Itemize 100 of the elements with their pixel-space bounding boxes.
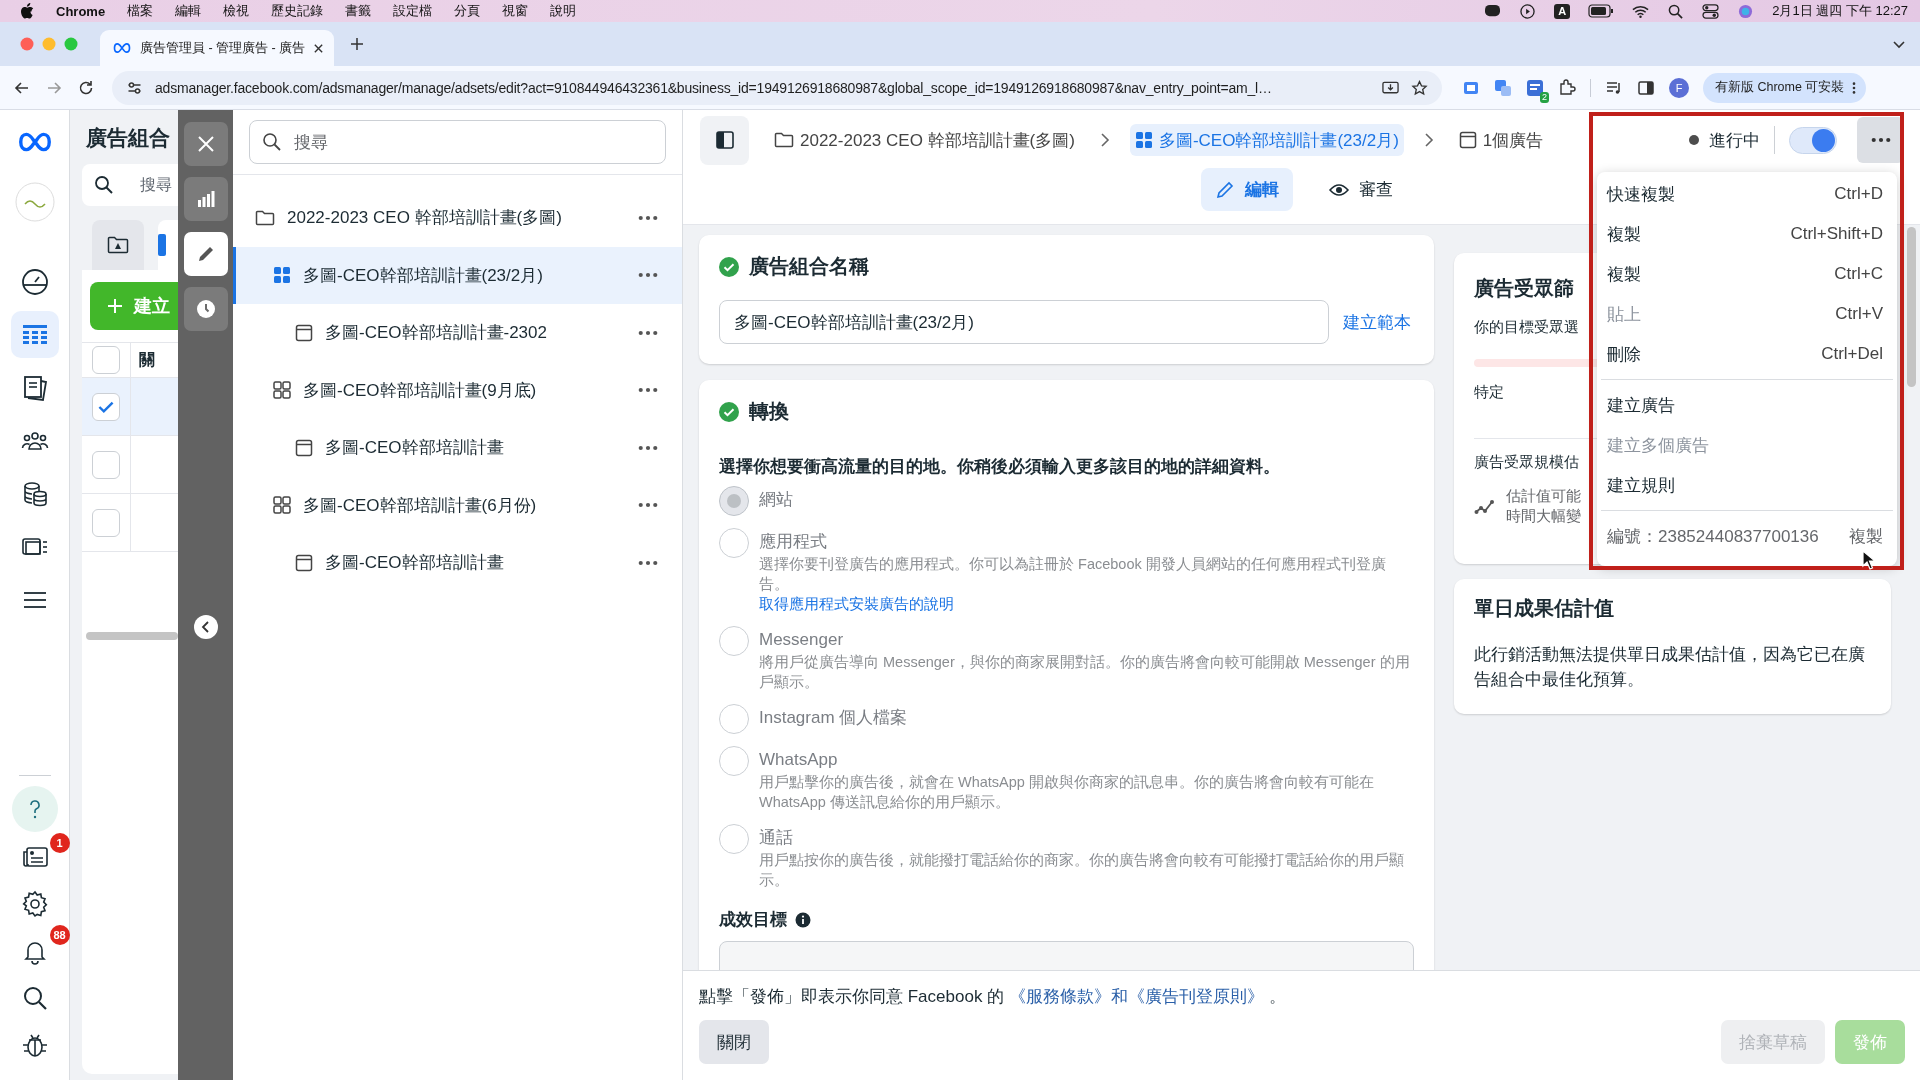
site-settings-icon[interactable] xyxy=(126,79,143,96)
chat-bubble-icon[interactable] xyxy=(1484,3,1502,19)
tool-button[interactable] xyxy=(183,177,228,221)
search-icon[interactable] xyxy=(1667,3,1685,19)
menu-item[interactable]: 快速複製 Ctrl+D xyxy=(1597,174,1897,214)
menu-item[interactable]: 刪除 Ctrl+Del xyxy=(1597,334,1897,374)
tree-item[interactable]: 多圖-CEO幹部培訓計畫(23/2月) xyxy=(233,246,682,304)
wifi-icon[interactable] xyxy=(1632,3,1650,19)
address-bar[interactable]: adsmanager.facebook.com/adsmanager/manage/adsets/edit?act=910844946432361&business_id=1949126918680987&global_scope_id=1949126918680987&nav_entry_point=am_l… xyxy=(112,70,1442,105)
radio-button[interactable] xyxy=(719,626,749,656)
menu-bar-item[interactable]: 編輯 xyxy=(175,2,202,20)
menu-bar-item[interactable]: 檢視 xyxy=(223,2,250,20)
footer-button[interactable]: 關閉 xyxy=(699,1020,769,1064)
tree-item[interactable]: 多圖-CEO幹部培訓計畫(6月份) xyxy=(233,476,682,534)
extension-icon[interactable] xyxy=(1526,78,1544,97)
puzzle-icon[interactable] xyxy=(1558,78,1576,97)
terms-link[interactable]: 《服務條款》和《廣告刊登原則》 xyxy=(1008,987,1264,1006)
menu-bar-clock[interactable]: 2月1日 週四 下午 12:27 xyxy=(1772,2,1908,20)
translate-icon[interactable] xyxy=(1494,78,1512,97)
radio-button[interactable] xyxy=(719,486,749,516)
more-icon[interactable] xyxy=(638,502,658,509)
option-label[interactable]: WhatsApp xyxy=(759,748,1414,772)
siri-icon[interactable] xyxy=(1737,3,1755,19)
radio-button[interactable] xyxy=(719,824,749,854)
checkbox[interactable] xyxy=(92,392,120,421)
tool-button[interactable] xyxy=(183,287,228,331)
column-header[interactable]: 關 xyxy=(139,349,155,371)
sidebar-toggle-button[interactable] xyxy=(700,115,749,165)
tree-item[interactable]: 多圖-CEO幹部培訓計畫 xyxy=(233,534,682,592)
option-label[interactable]: Instagram 個人檔案 xyxy=(759,706,908,730)
kebab-icon[interactable] xyxy=(1852,80,1857,95)
gauge-icon[interactable] xyxy=(20,267,49,296)
forward-icon[interactable] xyxy=(46,79,62,96)
control-center-icon[interactable] xyxy=(1702,3,1720,19)
settings-icon[interactable] xyxy=(20,889,49,918)
tree-item[interactable]: 多圖-CEO幹部培訓計畫 xyxy=(233,419,682,477)
radio-button[interactable] xyxy=(719,746,749,776)
tree-item[interactable]: 2022-2023 CEO 幹部培訓計畫(多圖) xyxy=(233,189,682,247)
more-icon[interactable] xyxy=(638,559,658,566)
menu-item[interactable]: 複製 Ctrl+C xyxy=(1597,254,1897,294)
menu-bar-item[interactable]: 書籤 xyxy=(345,2,372,20)
collapse-icon[interactable] xyxy=(193,615,218,639)
new-tab-icon[interactable] xyxy=(350,37,365,51)
tool-button[interactable] xyxy=(183,122,228,166)
tree-item[interactable]: 多圖-CEO幹部培訓計畫-2302 xyxy=(233,304,682,362)
menu-bar-item[interactable]: 歷史記錄 xyxy=(271,2,324,20)
checkbox[interactable] xyxy=(92,450,120,479)
menu-bar-item[interactable]: 說明 xyxy=(550,2,577,20)
app-menu[interactable]: Chrome xyxy=(56,3,106,19)
checkbox[interactable] xyxy=(92,346,120,374)
view-tab[interactable]: 編輯 xyxy=(1201,168,1293,211)
breadcrumb[interactable]: 多圖-CEO幹部培訓計畫(23/2月) xyxy=(1129,124,1404,156)
more-icon[interactable] xyxy=(638,329,658,336)
search-field[interactable]: 搜尋 xyxy=(249,120,666,164)
menu-item[interactable]: 建立廣告 xyxy=(1597,385,1897,425)
battery-icon[interactable] xyxy=(1588,4,1615,18)
install-icon[interactable] xyxy=(1382,79,1399,96)
tree-item[interactable]: 多圖-CEO幹部培訓計畫(9月底) xyxy=(233,361,682,419)
breadcrumb[interactable]: 2022-2023 CEO 幹部培訓計畫(多圖) xyxy=(769,124,1080,156)
checkbox[interactable] xyxy=(92,508,120,537)
update-button[interactable]: 有新版 Chrome 可安裝 xyxy=(1703,72,1867,103)
profile-avatar[interactable]: F xyxy=(1669,77,1689,98)
info-icon[interactable] xyxy=(795,911,811,928)
campaigns-tab[interactable] xyxy=(92,220,144,270)
close-icon[interactable] xyxy=(313,42,325,54)
browser-tab[interactable]: 廣告管理員 - 管理廣告 - 廣告 xyxy=(100,30,335,66)
menu-item[interactable]: 建立規則 xyxy=(1597,465,1897,505)
side-panel-icon[interactable] xyxy=(1637,78,1655,97)
menu-bar-item[interactable]: 分頁 xyxy=(454,2,481,20)
create-template-link[interactable]: 建立範本 xyxy=(1343,310,1411,334)
help-link[interactable]: 取得應用程式安裝廣告的說明 xyxy=(759,594,1414,614)
play-icon[interactable] xyxy=(1519,3,1537,19)
option-label[interactable]: 通話 xyxy=(759,826,1414,850)
back-icon[interactable] xyxy=(14,79,30,96)
more-icon[interactable] xyxy=(638,387,658,394)
tool-button[interactable] xyxy=(183,232,228,276)
copy-link[interactable]: 複製 xyxy=(1849,524,1883,548)
view-tab[interactable]: 審查 xyxy=(1315,168,1407,211)
adsets-tab[interactable] xyxy=(158,220,178,270)
more-icon[interactable] xyxy=(638,214,658,221)
menu-bar-item[interactable]: 檔案 xyxy=(127,2,154,20)
star-icon[interactable] xyxy=(1411,79,1428,96)
scrollbar[interactable] xyxy=(86,632,178,640)
radio-button[interactable] xyxy=(719,704,749,734)
menu-bar-item[interactable]: 視窗 xyxy=(502,2,529,20)
apple-icon[interactable] xyxy=(20,3,34,19)
toggle-switch[interactable] xyxy=(1789,126,1837,154)
menu-bar-item[interactable]: 設定檔 xyxy=(393,2,433,20)
name-input[interactable]: 多圖-CEO幹部培訓計畫(23/2月) xyxy=(719,300,1329,344)
reload-icon[interactable] xyxy=(78,79,94,96)
input-source-indicator[interactable]: A xyxy=(1554,3,1571,19)
option-label[interactable]: 應用程式 xyxy=(759,530,1414,554)
search-field[interactable]: 搜尋 xyxy=(82,164,178,206)
more-icon[interactable] xyxy=(638,444,658,451)
menu-item[interactable]: 複製 Ctrl+Shift+D xyxy=(1597,214,1897,254)
breadcrumb[interactable]: 1個廣告 xyxy=(1453,124,1549,156)
radio-button[interactable] xyxy=(719,528,749,558)
option-label[interactable]: 網站 xyxy=(759,488,793,512)
option-label[interactable]: Messenger xyxy=(759,628,1414,652)
scrollbar[interactable] xyxy=(1907,227,1916,387)
